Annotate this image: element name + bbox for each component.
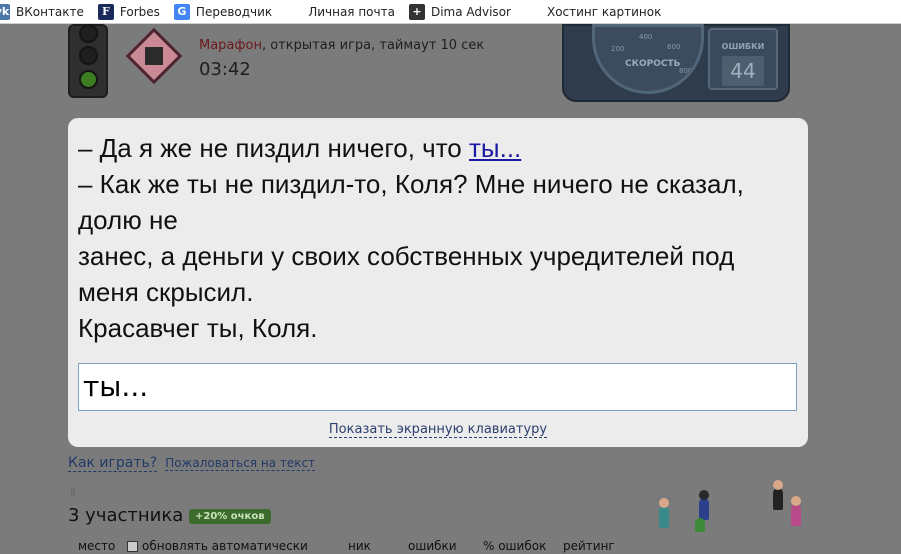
show-keyboard-link[interactable]: Показать экранную клавиатуру [328,422,548,438]
racer-avatar-icon [791,496,801,526]
report-text-link[interactable]: Пожаловаться на текст [165,456,316,471]
traffic-light-icon [68,24,108,98]
auto-update-checkbox[interactable] [127,541,138,552]
show-keyboard-link-row: Показать экранную клавиатуру [68,422,808,438]
errors-counter: ОШИБКИ 44 [708,28,778,90]
forbes-icon: F [97,3,114,20]
bookmark-vkontakte[interactable]: vk ВКонтакте [0,0,98,24]
text-line: занес, а деньги у своих собственных учре… [78,241,735,307]
bookmark-forbes[interactable]: F Forbes [97,0,174,24]
speed-tick: 200 [611,45,625,53]
racer-avatars [655,478,815,538]
text-line: Красавчег ты, Коля. [78,313,318,343]
bookmark-label: Dima Advisor [430,4,511,19]
traffic-lamp-green [79,70,98,89]
racer-avatar-icon [773,480,783,510]
text-current-word: ты... [469,133,522,163]
speed-tick: 800 [679,67,693,75]
road-sign-icon [125,27,183,85]
bonus-badge: +20% очков [189,509,271,524]
auto-update-option[interactable]: обновлять автоматически [127,539,308,553]
traffic-lamp-yellow [79,46,98,65]
col-error-percent: % ошибок [483,539,547,553]
game-timer: 03:42 [199,59,251,80]
game-mode-info: Марафон, открытая игра, таймаут 10 сек [199,38,484,53]
errors-label: ОШИБКИ [721,42,765,51]
translate-icon: G [173,3,190,20]
bookmark-label: Переводчик [195,4,273,19]
col-nick: ник [348,539,371,553]
errors-value: 44 [722,56,764,86]
text-line: – Да я же не пиздил ничего, что ты... [78,130,798,166]
mode-details: , открытая игра, таймаут 10 сек [261,38,485,53]
text-line: – Как же ты не пиздил-то, Коля? Мне ниче… [78,169,744,235]
bookmark-label: Хостинг картинок [546,4,662,19]
participants-title: 3 участника [68,505,184,526]
bookmark-personal-mail[interactable]: ◆ Личная почта [286,0,409,24]
auto-update-label: обновлять автоматически [142,539,308,553]
dima-advisor-icon: + [408,3,425,20]
typing-input[interactable]: ты... [78,363,797,411]
bookmark-image-hosting[interactable]: K Хостинг картинок [524,0,675,24]
col-errors: ошибки [408,539,457,553]
bookmarks-bar: vk ВКонтакте F Forbes G Переводчик ◆ Лич… [0,0,901,24]
help-links: Как играть? Пожаловаться на текст [68,455,316,472]
racer-avatar-icon [699,490,709,520]
speed-dashboard: 0 200 400 600 800 СКОРОСТЬ ОШИБКИ 44 [562,24,790,102]
bookmark-label: Forbes [119,4,160,19]
speed-label: СКОРОСТЬ [625,59,681,69]
speed-tick: 0 [603,69,608,77]
bookmark-dima-advisor[interactable]: + Dima Advisor [408,0,525,24]
speedometer-gauge: 0 200 400 600 800 СКОРОСТЬ [592,24,704,94]
speed-tick: 400 [639,33,653,41]
racer-avatar-icon [695,518,705,532]
text-done: – Да я же не пиздил ничего, что [78,133,469,163]
col-rating: рейтинг [563,539,615,553]
drag-handle-icon[interactable]: ⠿ [70,488,76,497]
bookmark-translator[interactable]: G Переводчик [173,0,286,24]
racer-avatar-icon [659,498,669,528]
speed-tick: 600 [667,43,681,51]
mode-link[interactable]: Марафон [199,38,262,53]
how-to-play-link[interactable]: Как играть? [68,455,158,472]
traffic-lamp-red [79,24,98,43]
bookmark-label: Личная почта [308,4,395,19]
typing-panel: – Да я же не пиздил ничего, что ты... – … [68,118,808,447]
col-place: место [78,539,116,553]
typing-text: – Да я же не пиздил ничего, что ты... – … [78,130,798,346]
vk-icon: vk [0,3,10,20]
mail-icon: ◆ [286,3,303,20]
image-hosting-icon: K [524,3,541,20]
bookmark-label: ВКонтакте [16,4,84,19]
